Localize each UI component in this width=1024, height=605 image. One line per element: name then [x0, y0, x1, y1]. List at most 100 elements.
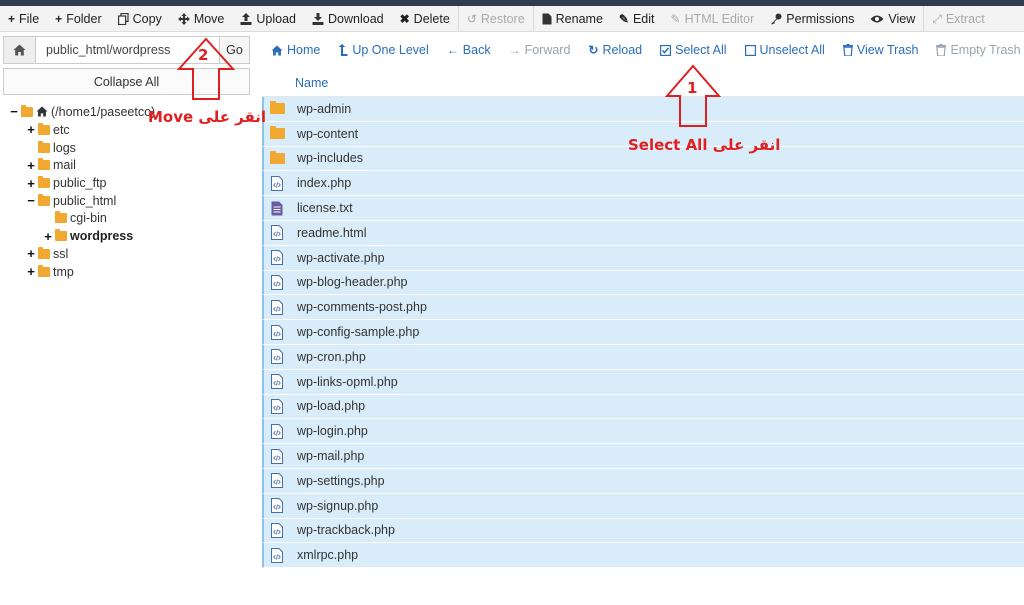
edit-box-icon: ✎ [670, 11, 681, 26]
nav-button-label: Forward [524, 43, 571, 57]
table-row[interactable]: wp-signup.php [262, 493, 1024, 519]
table-row[interactable]: wp-settings.php [262, 468, 1024, 494]
folder-icon [38, 193, 50, 206]
toolbar-extract-button[interactable]: ⤢ Extract [924, 6, 993, 31]
toolbar-button-label: Folder [66, 11, 102, 26]
tree-item-label: etc [53, 122, 70, 137]
table-row[interactable]: wp-trackback.php [262, 518, 1024, 544]
collapse-toggle[interactable]: − [26, 193, 36, 208]
tree-item-public-html[interactable]: − public_html [26, 192, 116, 209]
column-header-name[interactable]: Name [262, 69, 1024, 97]
folder-icon [267, 126, 287, 140]
tree-item-ssl[interactable]: + ssl [26, 245, 68, 262]
toolbar-rename-button[interactable]: Rename [534, 6, 611, 31]
folder-icon [38, 122, 50, 135]
toolbar-html-editor-button[interactable]: ✎ HTML Editor [663, 6, 763, 31]
table-row[interactable]: wp-activate.php [262, 245, 1024, 271]
toolbar-delete-button[interactable]: ✖ Delete [392, 6, 458, 31]
expand-toggle[interactable]: + [43, 229, 53, 244]
tree-item-tmp[interactable]: + tmp [26, 263, 74, 280]
table-row[interactable]: license.txt [262, 196, 1024, 221]
restore-icon: ↺ [466, 11, 477, 26]
collapse-toggle[interactable]: − [9, 104, 19, 119]
tree-item-mail[interactable]: + mail [26, 157, 76, 174]
table-row[interactable]: xmlrpc.php [262, 543, 1024, 569]
nav-back-button[interactable]: ← Back [438, 43, 500, 57]
tree-item-etc[interactable]: + etc [26, 121, 70, 138]
toolbar-upload-button[interactable]: Upload [232, 6, 304, 31]
file-name: wp-blog-header.php [297, 275, 408, 290]
table-row[interactable]: wp-blog-header.php [262, 270, 1024, 296]
table-row[interactable]: wp-login.php [262, 419, 1024, 445]
folder-icon [21, 104, 33, 117]
nav-empty-trash-button[interactable]: Empty Trash [927, 43, 1024, 57]
nav-button-label: Back [462, 43, 491, 57]
table-row[interactable]: wp-config-sample.php [262, 320, 1024, 345]
tree-item-label: public_html [53, 193, 117, 208]
nav-home-button[interactable]: Home [262, 43, 329, 57]
code-file-icon [267, 175, 287, 191]
annotation-step-2-text: انقر على Move [148, 108, 267, 126]
table-row[interactable]: wp-admin [262, 97, 1024, 122]
nav-view-trash-button[interactable]: View Trash [834, 43, 928, 57]
expand-toggle[interactable]: + [26, 264, 36, 279]
expand-toggle[interactable]: + [26, 176, 36, 191]
code-file-icon [267, 324, 287, 340]
code-file-icon [267, 398, 287, 414]
expand-toggle[interactable]: + [26, 122, 36, 137]
folder-icon [38, 140, 50, 153]
table-row[interactable]: wp-comments-post.php [262, 295, 1024, 321]
expand-toggle[interactable]: + [26, 246, 36, 261]
nav-unselect-all-button[interactable]: Unselect All [736, 43, 834, 57]
nav-button-label: Up One Level [352, 43, 429, 57]
nav-select-all-button[interactable]: Select All [651, 43, 735, 57]
file-name: wp-login.php [297, 424, 368, 439]
tree-item-label: tmp [53, 264, 74, 279]
nav-reload-button[interactable]: ↻ Reload [579, 43, 651, 57]
tree-item-label: logs [53, 140, 76, 155]
file-name: wp-content [297, 126, 359, 141]
code-file-icon [267, 374, 287, 390]
nav-up-one-level-button[interactable]: Up One Level [329, 43, 437, 57]
toolbar-move-button[interactable]: Move [170, 6, 233, 31]
tree-item-label: public_ftp [53, 176, 107, 190]
table-row[interactable]: wp-cron.php [262, 344, 1024, 370]
table-row[interactable]: wp-links-opml.php [262, 369, 1024, 395]
toolbar-button-label: Copy [132, 11, 162, 26]
toolbar-view-button[interactable]: View [862, 6, 923, 31]
annotation-step-1-number: 1 [687, 79, 698, 97]
eye-icon [870, 14, 884, 24]
toolbar-button-label: Download [328, 11, 384, 26]
tree-item-logs[interactable]: logs [26, 139, 76, 156]
text-file-icon [267, 201, 287, 216]
table-row[interactable]: wp-mail.php [262, 444, 1024, 469]
expand-toggle[interactable]: + [26, 158, 36, 173]
toolbar-restore-button[interactable]: ↺ Restore [459, 6, 533, 31]
tree-item-cgi-bin[interactable]: cgi-bin [43, 210, 107, 227]
toolbar-download-button[interactable]: Download [304, 6, 392, 31]
home-icon [13, 44, 26, 56]
code-file-icon [267, 274, 287, 290]
sidebar-home-button[interactable] [4, 37, 36, 63]
toolbar-button-label: File [19, 11, 40, 26]
toolbar-edit-button[interactable]: ✎ Edit [611, 6, 663, 31]
table-row[interactable]: wp-load.php [262, 394, 1024, 420]
code-file-icon [267, 473, 287, 489]
folder-icon [267, 101, 287, 115]
navigation-bar: Home Up One Level ← Back → Forward ↻ Reload Sele… [262, 33, 1024, 67]
tree-item-label: ssl [53, 246, 69, 261]
file-name: readme.html [297, 225, 367, 240]
nav-button-label: Home [287, 43, 321, 57]
folder-icon [38, 264, 50, 277]
tree-item-wordpress[interactable]: + wordpress [43, 228, 133, 245]
table-row[interactable]: readme.html [262, 220, 1024, 246]
toolbar-permissions-button[interactable]: Permissions [762, 6, 862, 31]
home-icon [36, 106, 48, 117]
toolbar-copy-button[interactable]: Copy [110, 6, 170, 31]
nav-forward-button[interactable]: → Forward [500, 43, 580, 57]
tree-item-home1-paseetco[interactable]: − (/home1/paseetco) [9, 103, 155, 120]
tree-item-public-ftp[interactable]: + public_ftp [26, 175, 107, 192]
table-row[interactable]: index.php [262, 171, 1024, 197]
toolbar-file-button[interactable]: + File [0, 6, 47, 31]
toolbar-folder-button[interactable]: + Folder [47, 6, 109, 31]
